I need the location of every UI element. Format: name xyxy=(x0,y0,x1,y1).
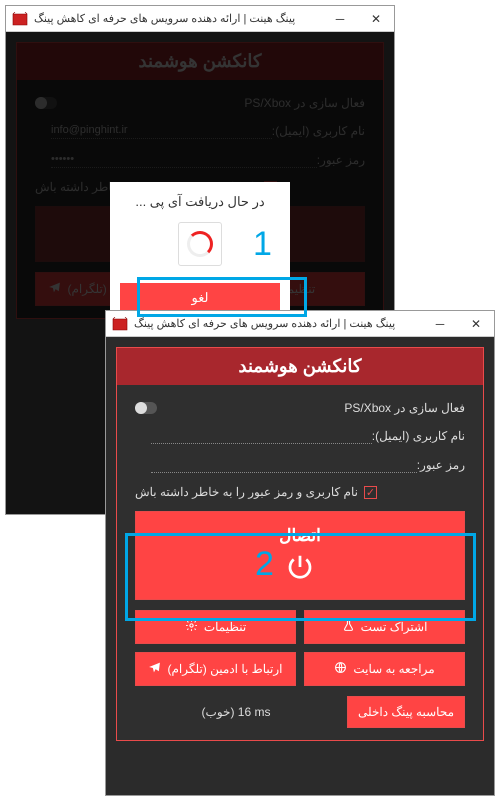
close-button[interactable]: ✕ xyxy=(358,6,394,32)
panel-title: کانکشن هوشمند xyxy=(117,348,483,385)
telegram-icon xyxy=(148,661,161,677)
minimize-button[interactable]: ─ xyxy=(422,311,458,337)
power-icon xyxy=(285,571,315,585)
contact-admin-button[interactable]: ارتباط با ادمین (تلگرام) xyxy=(135,652,296,686)
password-label: رمز عبور: xyxy=(417,458,465,472)
loading-modal: در حال دریافت آی پی ... لغو xyxy=(110,182,290,323)
globe-icon xyxy=(334,661,347,677)
username-label: نام کاربری (ایمیل): xyxy=(372,429,465,443)
close-button[interactable]: ✕ xyxy=(458,311,494,337)
gear-icon xyxy=(185,619,198,635)
connect-button[interactable]: اتصال xyxy=(135,511,465,600)
psxbox-label: فعال سازی در PS/Xbox xyxy=(344,401,465,415)
visit-site-button[interactable]: مراجعه به سایت xyxy=(304,652,465,686)
titlebar: پینگ هینت | ارائه دهنده سرویس های حرفه ا… xyxy=(6,6,394,32)
settings-button[interactable]: تنظیمات xyxy=(135,610,296,644)
remember-checkbox[interactable]: ✓ xyxy=(364,486,377,499)
password-input[interactable] xyxy=(151,456,417,473)
main-panel: کانکشن هوشمند فعال سازی در PS/Xbox نام ک… xyxy=(116,347,484,741)
flask-icon xyxy=(342,619,355,635)
ping-value: (خوب) 16 ms xyxy=(135,705,337,719)
psxbox-toggle[interactable] xyxy=(135,402,157,414)
window-title: پینگ هینت | ارائه دهنده سرویس های حرفه ا… xyxy=(134,317,422,330)
app-icon xyxy=(112,317,128,331)
window-front: پینگ هینت | ارائه دهنده سرویس های حرفه ا… xyxy=(105,310,495,796)
window-title: پینگ هینت | ارائه دهنده سرویس های حرفه ا… xyxy=(34,12,322,25)
calc-ping-button[interactable]: محاسبه پینگ داخلی xyxy=(347,696,465,728)
spinner-icon xyxy=(178,222,222,266)
minimize-button[interactable]: ─ xyxy=(322,6,358,32)
modal-cancel-button[interactable]: لغو xyxy=(120,283,280,313)
test-share-button[interactable]: اشتراک تست xyxy=(304,610,465,644)
titlebar: پینگ هینت | ارائه دهنده سرویس های حرفه ا… xyxy=(106,311,494,337)
username-input[interactable] xyxy=(151,427,372,444)
connect-label: اتصال xyxy=(150,526,450,546)
app-icon xyxy=(12,12,28,26)
modal-message: در حال دریافت آی پی ... xyxy=(120,194,280,210)
remember-label: نام کاربری و رمز عبور را به خاطر داشته ب… xyxy=(135,485,358,499)
